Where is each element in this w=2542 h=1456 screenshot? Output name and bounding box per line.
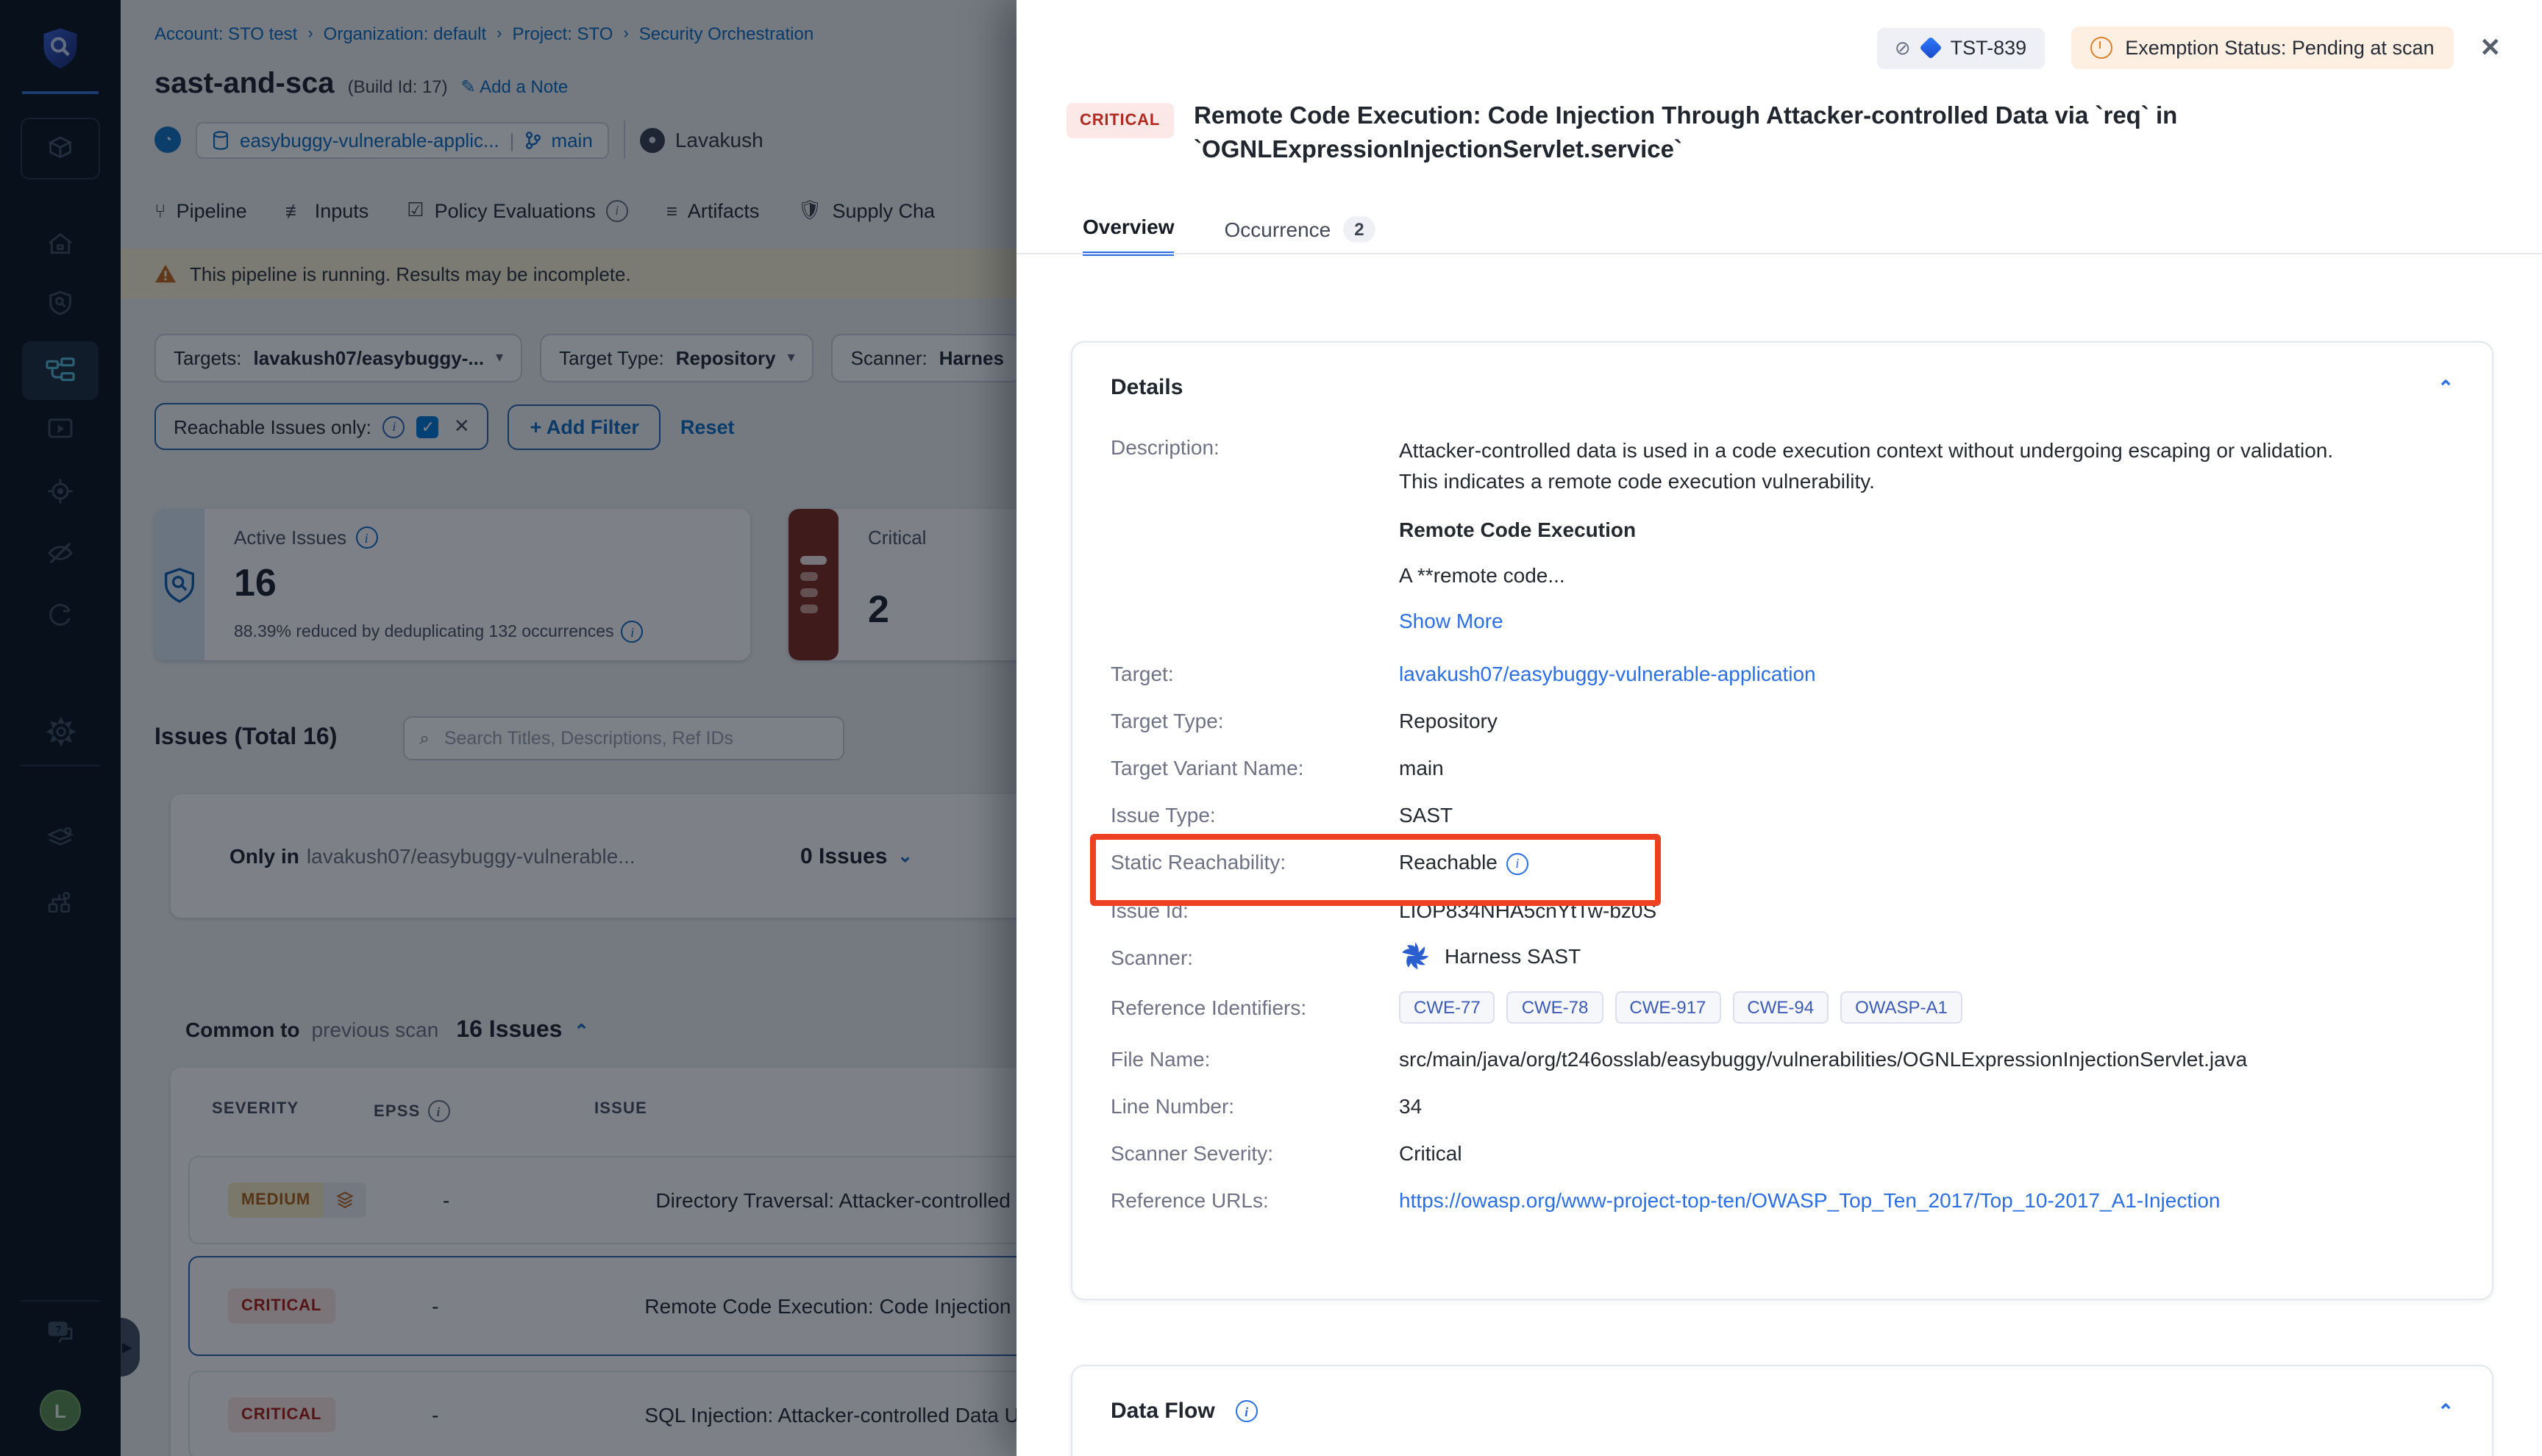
static-reachability-label: Static Reachability:: [1111, 850, 1399, 874]
file-name-value: src/main/java/org/t246osslab/easybuggy/v…: [1399, 1046, 2247, 1070]
reference-url-link[interactable]: https://owasp.org/www-project-top-ten/OW…: [1399, 1188, 2221, 1211]
data-flow-heading: Data Flow: [1111, 1399, 1215, 1424]
target-type-label: Target Type:: [1111, 709, 1399, 732]
issue-type-value: SAST: [1399, 803, 1453, 827]
issue-id-value: LIOP834NHA5cnYtTw-bz0S: [1399, 898, 1656, 921]
cwe-pill[interactable]: CWE-94: [1732, 991, 1829, 1023]
cwe-pill[interactable]: CWE-78: [1507, 991, 1603, 1023]
scanner-value: Harness SAST: [1445, 943, 1581, 967]
scanner-label: Scanner:: [1111, 945, 1399, 971]
app-window: ? L Account: STO test› Organization: def…: [0, 0, 2542, 1456]
line-number-label: Line Number:: [1111, 1093, 1399, 1117]
ticket-pill[interactable]: ⊘ TST-839: [1877, 27, 2044, 68]
description-truncated: A **remote code...: [1399, 563, 2340, 587]
tab-overview[interactable]: Overview: [1083, 215, 1175, 256]
jira-issue-icon: [1919, 36, 1942, 59]
no-exemption-icon: ⊘: [1895, 36, 1911, 60]
issue-title: Remote Code Execution: Code Injection Th…: [1194, 100, 2177, 168]
cwe-pill[interactable]: CWE-77: [1399, 991, 1495, 1023]
harness-scanner-logo: [1399, 939, 1431, 971]
issue-id-label: Issue Id:: [1111, 898, 1399, 921]
show-more-link[interactable]: Show More: [1399, 609, 2340, 632]
drawer-tabs: Overview Occurrence2: [1083, 215, 1376, 256]
file-name-label: File Name:: [1111, 1046, 1399, 1070]
static-reachability-value: Reachable: [1399, 850, 1498, 874]
tabs-divider: [1017, 253, 2542, 254]
reference-urls-label: Reference URLs:: [1111, 1188, 1399, 1211]
target-type-value: Repository: [1399, 709, 1498, 732]
scanner-severity-label: Scanner Severity:: [1111, 1141, 1399, 1164]
line-number-value: 34: [1399, 1093, 1422, 1117]
details-heading: Details: [1111, 375, 1183, 400]
close-drawer-button[interactable]: ✕: [2480, 33, 2502, 63]
exemption-status-pill: Exemption Status: Pending at scan: [2071, 26, 2453, 69]
target-link[interactable]: lavakush07/easybuggy-vulnerable-applicat…: [1399, 662, 1816, 685]
info-icon[interactable]: i: [1506, 852, 1528, 874]
tab-occurrence[interactable]: Occurrence2: [1225, 216, 1376, 256]
description-subheading: Remote Code Execution: [1399, 518, 2340, 541]
severity-badge: CRITICAL: [1067, 103, 1173, 138]
drawer-backdrop[interactable]: [0, 0, 1017, 1456]
description-text: Attacker-controlled data is used in a co…: [1399, 435, 2340, 497]
collapse-data-flow-icon[interactable]: ⌃: [2438, 1399, 2454, 1423]
pending-clock-icon: [2090, 37, 2112, 59]
target-variant-value: main: [1399, 756, 1444, 779]
main-content-region: ? L Account: STO test› Organization: def…: [0, 0, 1017, 1456]
issue-details-drawer: ⊘ TST-839 Exemption Status: Pending at s…: [1017, 0, 2542, 1456]
exemption-status-text: Exemption Status: Pending at scan: [2125, 37, 2434, 59]
target-label: Target:: [1111, 662, 1399, 685]
scanner-severity-value: Critical: [1399, 1141, 1462, 1164]
collapse-details-icon[interactable]: ⌃: [2438, 376, 2454, 399]
cwe-pill[interactable]: CWE-917: [1614, 991, 1720, 1023]
issue-type-label: Issue Type:: [1111, 803, 1399, 827]
ticket-id: TST-839: [1951, 37, 2027, 59]
info-icon[interactable]: i: [1236, 1400, 1258, 1422]
owasp-pill[interactable]: OWASP-A1: [1840, 991, 1962, 1023]
description-label: Description:: [1111, 435, 1399, 632]
reference-identifiers-label: Reference Identifiers:: [1111, 995, 1399, 1023]
target-variant-label: Target Variant Name:: [1111, 756, 1399, 779]
details-card: Details ⌃ Description: Attacker-controll…: [1071, 341, 2493, 1300]
data-flow-card: Data Flowi ⌃ Unsanitized data flows from…: [1071, 1365, 2493, 1456]
occurrence-count-badge: 2: [1342, 216, 1375, 243]
